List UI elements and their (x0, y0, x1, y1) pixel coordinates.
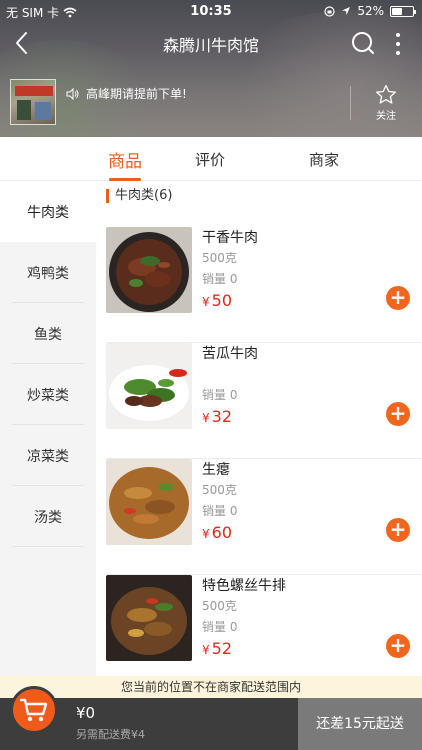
cart-bar: ¥0 另需配送费¥4 还差15元起送 (0, 686, 422, 750)
list-item[interactable]: 干香牛肉 500克 销量 0 ¥50 + (96, 227, 422, 343)
dish-photo (106, 575, 192, 661)
dish-name: 苦瓜牛肉 (202, 346, 258, 362)
dish-name: 特色螺丝牛排 (202, 578, 286, 594)
dish-sales: 销量 0 (202, 620, 238, 634)
dish-price: ¥52 (202, 639, 232, 658)
more-icon[interactable] (388, 29, 408, 59)
cart-button[interactable] (10, 686, 58, 734)
list-item[interactable]: 苦瓜牛肉 销量 0 ¥32 + (96, 343, 422, 459)
add-to-cart-button[interactable]: + (386, 518, 410, 542)
currency-symbol: ¥ (202, 527, 210, 541)
shop-header: 无 SIM 卡 10:35 52% 森腾川牛肉馆 高峰期请提前下单! 关注 (0, 0, 422, 137)
category-item-cold-dishes[interactable]: 凉菜类 (0, 425, 96, 486)
add-to-cart-button[interactable]: + (386, 286, 410, 310)
currency-symbol: ¥ (202, 411, 210, 425)
dish-spec: 500克 (202, 599, 237, 613)
shop-info: 高峰期请提前下单! 关注 (0, 70, 422, 136)
price-value: 52 (211, 639, 232, 658)
shop-photo[interactable] (10, 79, 56, 125)
price-value: 50 (211, 291, 232, 310)
category-label: 鸡鸭类 (27, 265, 69, 282)
dish-price: ¥60 (202, 523, 232, 542)
delivery-warning: 您当前的位置不在商家配送范围内 (0, 676, 422, 698)
tab-merchant[interactable]: 商家 (284, 149, 364, 170)
add-to-cart-button[interactable]: + (386, 634, 410, 658)
favorite-label: 关注 (376, 111, 396, 122)
nav-bar: 森腾川牛肉馆 (0, 22, 422, 66)
dish-spec: 500克 (202, 483, 237, 497)
category-item-beef[interactable]: 牛肉类 (0, 181, 96, 242)
dish-name: 干香牛肉 (202, 230, 258, 246)
currency-symbol: ¥ (202, 643, 210, 657)
category-label: 汤类 (34, 509, 62, 526)
tab-products[interactable]: 商品 (85, 147, 165, 172)
category-item-stir-fry[interactable]: 炒菜类 (0, 364, 96, 425)
category-label: 牛肉类 (27, 204, 69, 221)
orientation-lock-icon (324, 5, 335, 17)
notice-text: 高峰期请提前下单! (86, 87, 187, 101)
favorite-button[interactable]: 关注 (364, 84, 408, 122)
dish-photo (106, 343, 192, 429)
dish-price: ¥50 (202, 291, 232, 310)
location-icon (342, 7, 351, 15)
delivery-fee: 另需配送费¥4 (76, 728, 145, 741)
dish-spec: 500克 (202, 251, 237, 265)
category-label: 凉菜类 (27, 448, 69, 465)
status-bar: 无 SIM 卡 10:35 52% (0, 0, 422, 22)
category-item-soup[interactable]: 汤类 (0, 486, 96, 547)
dish-name: 生瘪 (202, 462, 230, 478)
category-label: 炒菜类 (27, 387, 69, 404)
speaker-icon (66, 87, 79, 100)
category-label: 鱼类 (34, 326, 62, 343)
search-icon[interactable] (348, 29, 378, 59)
dish-photo (106, 227, 192, 313)
list-item[interactable]: 生瘪 500克 销量 0 ¥60 + (96, 459, 422, 575)
add-to-cart-button[interactable]: + (386, 402, 410, 426)
dish-photo (106, 459, 192, 545)
price-value: 32 (211, 407, 232, 426)
tab-bar: 商品 评价 商家 (0, 137, 422, 181)
category-item-fish[interactable]: 鱼类 (0, 303, 96, 364)
battery-icon (390, 5, 416, 17)
dish-sales: 销量 0 (202, 272, 238, 286)
checkout-button[interactable]: 还差15元起送 (298, 698, 422, 750)
price-value: 60 (211, 523, 232, 542)
battery-percent: 52% (357, 4, 384, 18)
dish-price: ¥32 (202, 407, 232, 426)
section-title: 牛肉类(6) (106, 189, 172, 203)
dish-sales: 销量 0 (202, 504, 238, 518)
shopping-cart-icon (20, 698, 48, 722)
cart-total: ¥0 (76, 704, 96, 722)
shop-notice: 高峰期请提前下单! (66, 85, 187, 102)
star-icon (376, 84, 396, 104)
tab-reviews[interactable]: 评价 (170, 149, 250, 170)
currency-symbol: ¥ (202, 295, 210, 309)
dish-list: 牛肉类(6) 干香牛肉 500克 销量 0 ¥50 + 苦瓜牛肉 销量 0 ¥ … (96, 181, 422, 676)
dish-sales: 销量 0 (202, 388, 238, 402)
category-sidebar: 牛肉类 鸡鸭类 鱼类 炒菜类 凉菜类 汤类 (0, 181, 96, 676)
category-item-poultry[interactable]: 鸡鸭类 (0, 242, 96, 303)
divider (350, 86, 351, 120)
list-item[interactable]: 特色螺丝牛排 500克 销量 0 ¥52 + (96, 575, 422, 691)
